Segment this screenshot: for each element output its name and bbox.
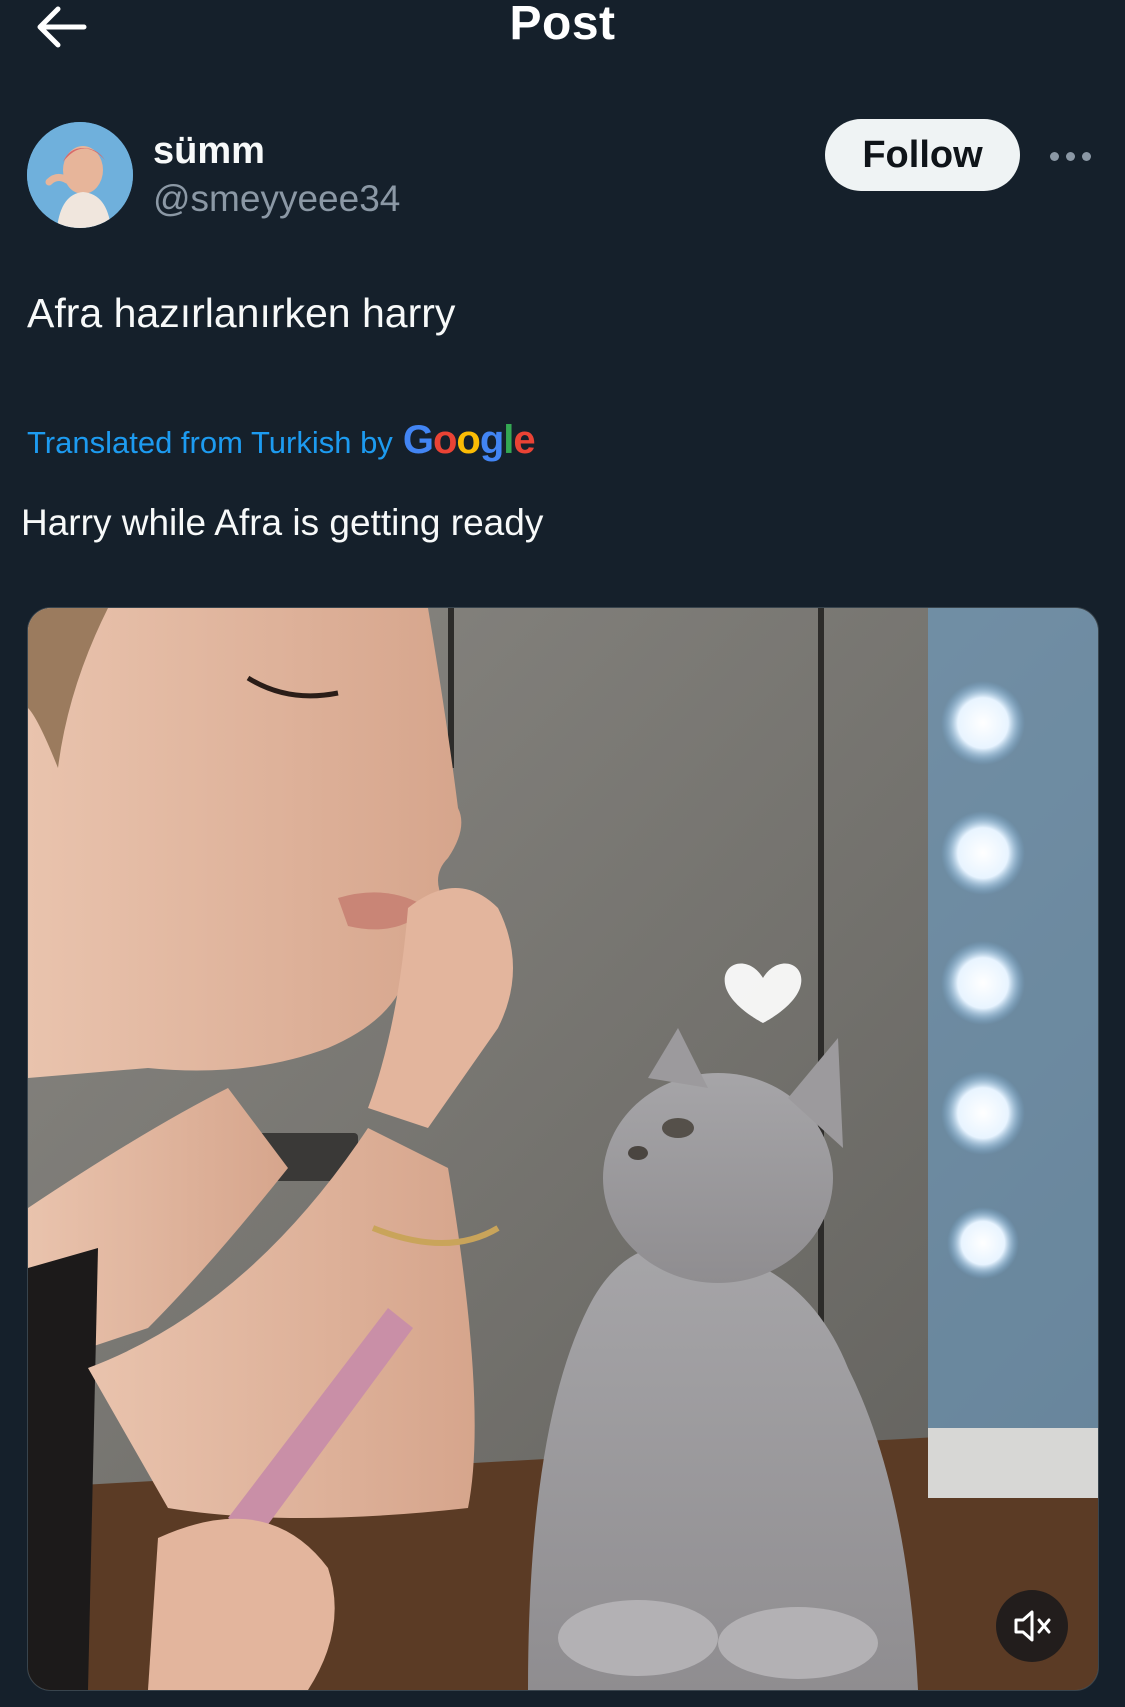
translation-label: Translated from Turkish by [27,425,393,460]
avatar-image [27,122,133,228]
author-handle[interactable]: @smeyyeee34 [153,178,400,220]
more-options-button[interactable] [1042,138,1098,174]
post-translated-text: Harry while Afra is getting ready [21,502,544,543]
google-logo: Google [402,418,536,462]
volume-muted-icon [1014,1610,1051,1642]
mute-toggle-button[interactable] [996,1590,1068,1662]
post-video[interactable] [27,607,1099,1691]
video-frame [28,608,1098,1690]
top-bar: Post [0,0,1125,60]
more-horizontal-icon-dot [1065,151,1075,161]
more-horizontal-icon [1049,151,1059,161]
more-horizontal-icon-dot [1081,151,1091,161]
page-title: Post [509,0,616,50]
avatar[interactable] [27,122,133,228]
follow-button[interactable]: Follow [825,119,1020,191]
post-original-text: Afra hazırlanırken harry [27,290,456,336]
author-display-name[interactable]: sümm [153,130,265,173]
translation-attribution[interactable]: Translated from Turkish by Google [27,418,536,463]
